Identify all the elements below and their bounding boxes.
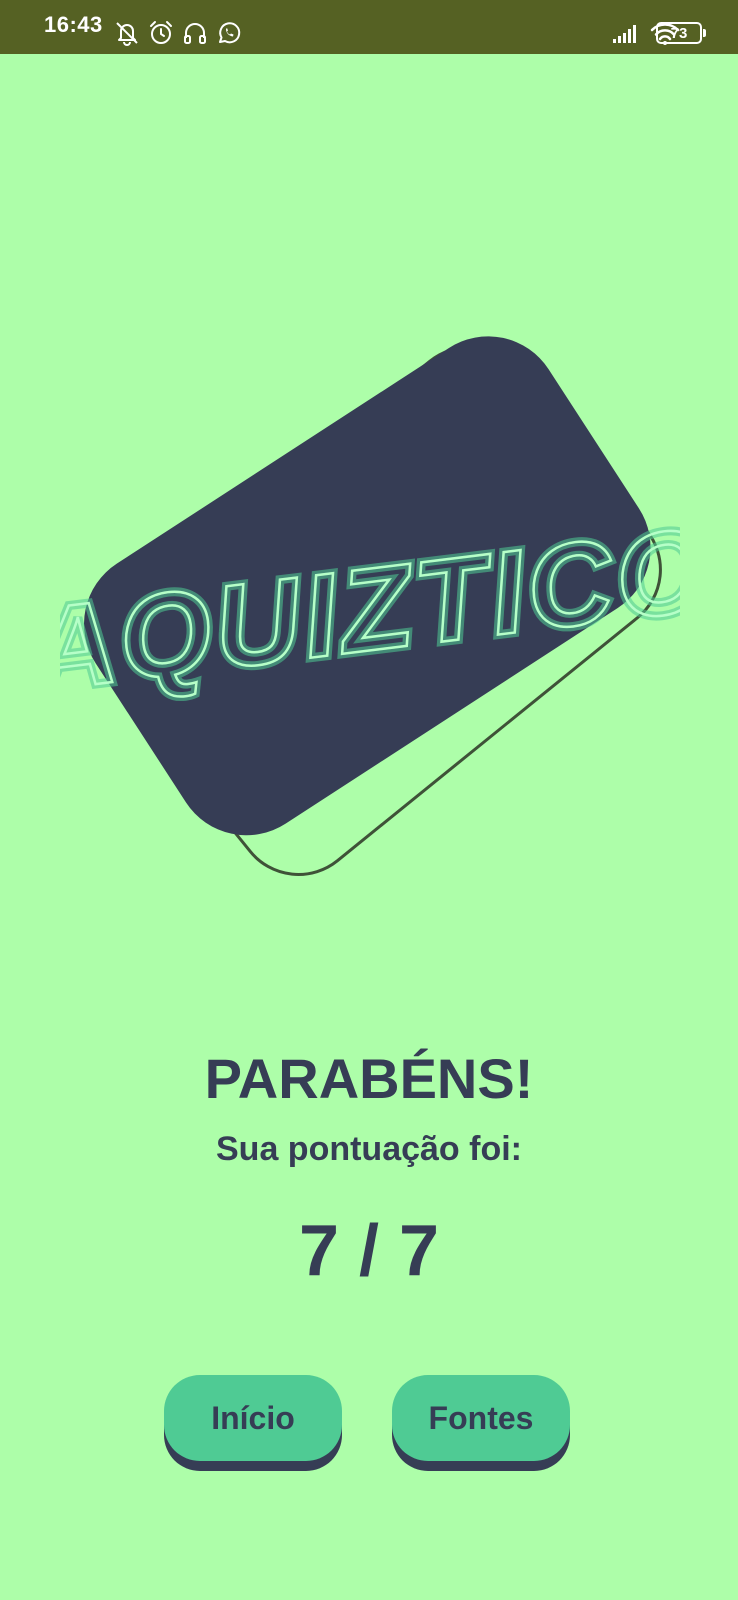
status-bar: 16:43 73 — [0, 0, 738, 54]
score-value: 7 / 7 — [298, 1211, 440, 1291]
aquiztico-logo: AQUIZTICO AQUIZTICO — [60, 336, 680, 876]
headset-icon — [182, 20, 208, 46]
congrats-title: PARABÉNS! — [204, 1047, 534, 1110]
battery-level: 73 — [670, 24, 688, 42]
whatsapp-icon — [216, 20, 242, 46]
alarm-icon — [148, 20, 174, 46]
status-time: 16:43 — [44, 12, 103, 37]
home-button[interactable]: Início — [164, 1375, 342, 1461]
battery-icon: 73 — [656, 22, 706, 44]
bell-off-icon — [114, 20, 140, 46]
signal-icon — [612, 24, 640, 49]
sources-button[interactable]: Fontes — [392, 1375, 570, 1461]
notification-icons — [114, 20, 242, 46]
score-label: Sua pontuação foi: — [216, 1130, 522, 1168]
